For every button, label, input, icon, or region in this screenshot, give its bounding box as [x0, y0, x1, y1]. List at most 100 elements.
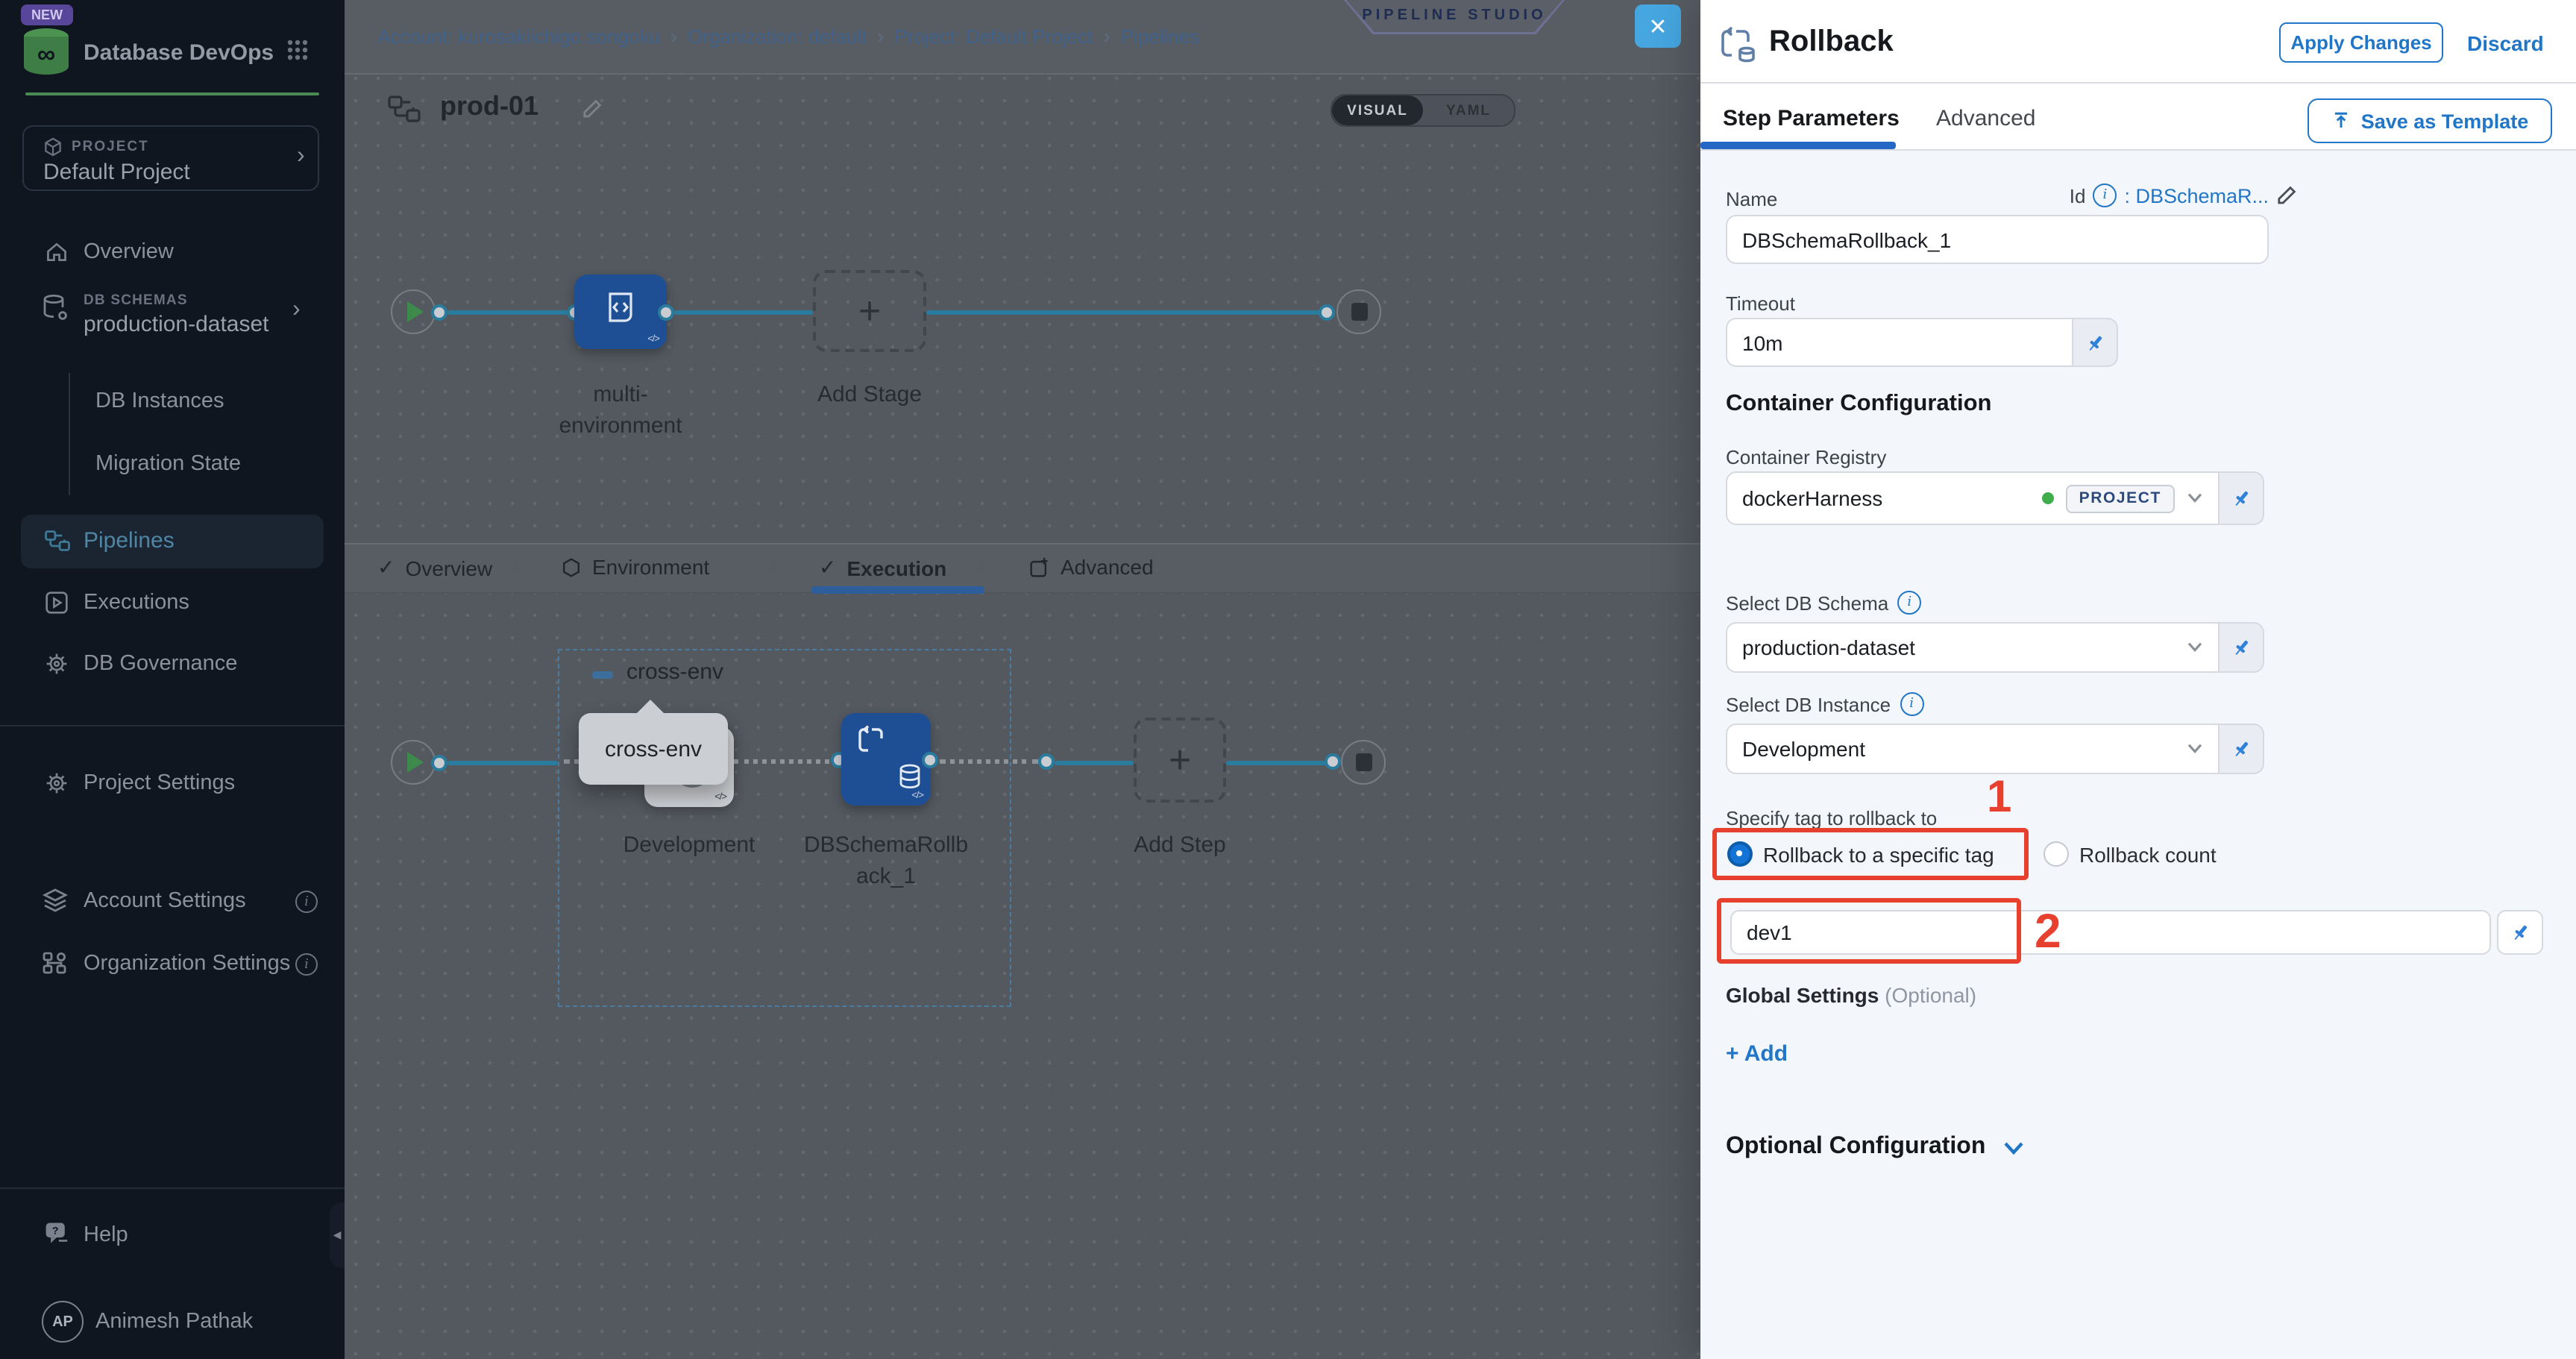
- tab-execution[interactable]: ✓ Execution: [819, 555, 946, 580]
- name-input[interactable]: [1742, 227, 2252, 251]
- sidebar-item-executions[interactable]: Executions: [84, 591, 189, 615]
- instance-pin-button[interactable]: [2220, 724, 2264, 774]
- chevron-right-icon: ›: [297, 143, 305, 170]
- add-global-setting-link[interactable]: + Add: [1726, 1041, 1788, 1067]
- sidebar-item-organization-settings[interactable]: Organization Settings: [84, 952, 290, 976]
- app-title: Database DevOps: [84, 40, 274, 66]
- radio-rollback-count-label[interactable]: Rollback count: [2079, 843, 2217, 867]
- tab-advanced[interactable]: Advanced: [1029, 555, 1154, 579]
- radio-rollback-count[interactable]: [2043, 841, 2069, 867]
- radio-rollback-specific-tag[interactable]: [1727, 841, 1753, 867]
- toggle-visual[interactable]: VISUAL: [1332, 95, 1423, 125]
- sidebar-item-account-settings[interactable]: Account Settings: [84, 889, 246, 913]
- breadcrumb-project[interactable]: Project: Default Project: [894, 25, 1093, 48]
- info-icon[interactable]: i: [2093, 183, 2117, 207]
- collapse-group-icon[interactable]: [592, 671, 613, 678]
- save-as-template-button[interactable]: Save as Template: [2308, 98, 2552, 143]
- dotted-connector: [940, 759, 1038, 764]
- sidebar-item-project-settings[interactable]: Project Settings: [84, 771, 235, 795]
- rollback-drawer-icon: [1718, 25, 1757, 67]
- sidebar-item-db-instances[interactable]: DB Instances: [95, 389, 224, 413]
- annotation-number-1: 1: [1987, 773, 2011, 823]
- collapse-sidebar-handle[interactable]: ◀: [330, 1202, 345, 1268]
- db-instance-select[interactable]: Development: [1726, 724, 2220, 774]
- stage-node-multi-environment[interactable]: </>: [574, 274, 667, 349]
- svg-text:∞: ∞: [37, 40, 55, 69]
- database-devops-logo: ∞: [21, 27, 72, 76]
- pipeline-canvas[interactable]: [345, 0, 1700, 1359]
- timeout-input[interactable]: [1742, 330, 2057, 354]
- step-group-cross-env[interactable]: [558, 649, 1011, 1007]
- chevron-down-icon[interactable]: [2003, 1140, 2024, 1154]
- edit-pipeline-icon[interactable]: [582, 98, 603, 119]
- breadcrumb-account[interactable]: Account: kurosakiichigo.songoku: [377, 25, 660, 48]
- container-registry-field[interactable]: dockerHarness PROJECT: [1726, 471, 2220, 525]
- sidebar-item-help[interactable]: Help: [84, 1223, 128, 1247]
- hexagon-icon: [561, 556, 582, 578]
- svg-text:?: ?: [52, 1225, 59, 1237]
- toggle-yaml[interactable]: YAML: [1423, 95, 1514, 125]
- tab-advanced-drawer[interactable]: Advanced: [1936, 106, 2035, 131]
- tag-pin-button[interactable]: [2497, 910, 2543, 955]
- db-instance-value: Development: [1742, 737, 2175, 761]
- step-node-dbschemarollback[interactable]: </>: [841, 713, 931, 806]
- add-stage-node[interactable]: +: [813, 270, 926, 352]
- apply-changes-button[interactable]: Apply Changes: [2279, 22, 2443, 63]
- info-icon[interactable]: i: [1897, 591, 1921, 615]
- select-db-instance-label: Select DB Instance: [1726, 693, 1891, 715]
- pin-icon: [2085, 332, 2105, 353]
- edit-id-icon[interactable]: [2276, 185, 2297, 206]
- user-name[interactable]: Animesh Pathak: [95, 1310, 253, 1334]
- add-stage-label: Add Stage: [780, 379, 959, 410]
- stop-icon: [1351, 303, 1367, 321]
- schema-pin-button[interactable]: [2220, 622, 2264, 673]
- tab-environment[interactable]: Environment: [561, 555, 709, 579]
- tab-overview[interactable]: ✓ Overview: [377, 555, 492, 580]
- drawer-divider: [1700, 149, 2576, 151]
- sidebar-item-pipelines[interactable]: Pipelines: [21, 515, 324, 568]
- pin-icon: [2231, 488, 2252, 509]
- step-group-label[interactable]: cross-env: [626, 659, 723, 685]
- registry-pin-button[interactable]: [2220, 471, 2264, 525]
- subnav-rail: [69, 373, 70, 495]
- chevron-down-icon[interactable]: [2187, 641, 2203, 653]
- timeout-pin-button[interactable]: [2073, 318, 2118, 367]
- chevron-right-icon: ›: [978, 553, 987, 580]
- radio-rollback-specific-tag-label[interactable]: Rollback to a specific tag: [1763, 843, 1994, 867]
- chevron-down-icon[interactable]: [2187, 492, 2203, 504]
- upload-icon: [2331, 110, 2351, 131]
- name-field[interactable]: [1726, 215, 2269, 264]
- module-grid-icon[interactable]: [286, 39, 309, 61]
- info-icon[interactable]: i: [1900, 692, 1923, 716]
- brand-divider: [25, 92, 319, 95]
- sidebar-item-db-governance[interactable]: DB Governance: [84, 652, 237, 676]
- timeout-label: Timeout: [1726, 292, 1795, 315]
- visual-yaml-toggle[interactable]: VISUAL YAML: [1331, 94, 1515, 127]
- sidebar-item-db-schema[interactable]: production-dataset: [84, 312, 269, 337]
- db-schemas-icon: [42, 294, 69, 322]
- nav-divider: [0, 1187, 345, 1189]
- close-icon: ✕: [1648, 13, 1667, 40]
- breadcrumb-org[interactable]: Organization: default: [688, 25, 867, 48]
- add-step-node[interactable]: +: [1134, 718, 1226, 803]
- select-db-schema-label: Select DB Schema: [1726, 591, 1888, 614]
- project-selector[interactable]: PROJECT Default Project ›: [22, 125, 319, 191]
- sidebar-item-overview[interactable]: Overview: [84, 240, 174, 264]
- db-schema-value: production-dataset: [1742, 635, 2175, 659]
- sidebar-item-migration-state[interactable]: Migration State: [95, 452, 241, 476]
- tab-step-parameters[interactable]: Step Parameters: [1723, 106, 1900, 131]
- db-schema-select[interactable]: production-dataset: [1726, 622, 2220, 673]
- chevron-right-icon[interactable]: ›: [292, 297, 301, 324]
- connector-line: [926, 310, 1323, 314]
- dotted-connector: [734, 759, 838, 764]
- collapse-arrow-icon: ◀: [333, 1229, 342, 1241]
- chevron-down-icon[interactable]: [2187, 743, 2203, 755]
- optional-configuration-row[interactable]: Optional Configuration: [1726, 1134, 2024, 1161]
- breadcrumb-pipelines[interactable]: Pipelines: [1121, 25, 1200, 48]
- close-drawer-button[interactable]: ✕: [1635, 4, 1681, 48]
- discard-button[interactable]: Discard: [2467, 31, 2544, 55]
- info-icon[interactable]: i: [295, 891, 318, 913]
- timeout-field[interactable]: [1726, 318, 2073, 367]
- avatar[interactable]: AP: [42, 1301, 84, 1343]
- info-icon[interactable]: i: [295, 953, 318, 976]
